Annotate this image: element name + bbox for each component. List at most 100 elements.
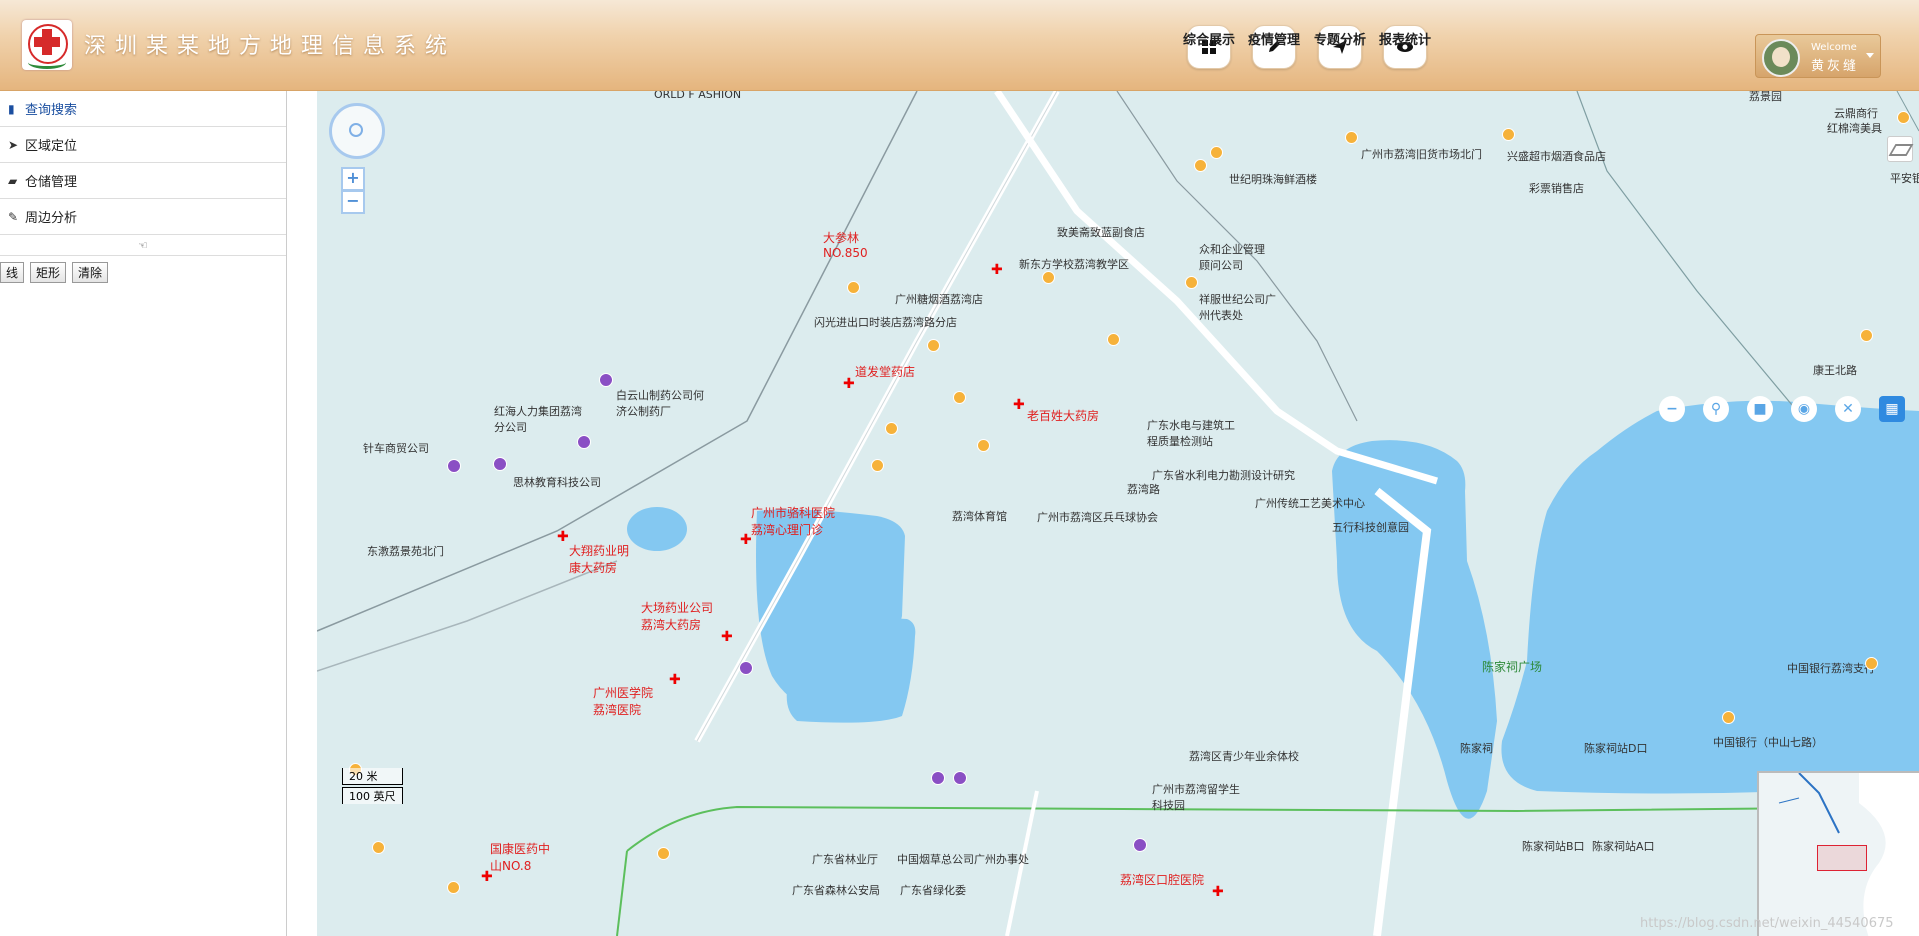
sidebar-item-search[interactable]: ▮ 查询搜索: [0, 91, 286, 127]
pharmacy-pin[interactable]: ✚: [481, 869, 493, 885]
map-label: 针车商贸公司: [363, 442, 429, 455]
panel-splitter[interactable]: ☜: [0, 235, 286, 256]
logo: [22, 20, 72, 70]
marker-icon[interactable]: ⚲: [1703, 396, 1729, 422]
overview-extent[interactable]: [1817, 845, 1867, 871]
nav-overview[interactable]: 综合展示: [1174, 25, 1244, 69]
grid-icon[interactable]: ▦: [1879, 396, 1905, 422]
map-label: 陈家祠广场: [1482, 660, 1543, 674]
sidebar-item-warehouse[interactable]: ▰ 仓储管理: [0, 163, 286, 199]
map-label: 白云山制药公司何济公制药厂: [616, 389, 704, 418]
poi-marker[interactable]: [1722, 711, 1735, 724]
nav-epidemic[interactable]: 疫情管理: [1239, 25, 1309, 69]
map-label: 平安银: [1890, 172, 1919, 185]
square-icon[interactable]: ■: [1747, 396, 1773, 422]
poi-marker[interactable]: [447, 459, 461, 473]
poi-marker[interactable]: [953, 771, 967, 785]
sidebar-item-locate[interactable]: ➤ 区域定位: [0, 127, 286, 163]
sidebar-item-nearby[interactable]: ✎ 周边分析: [0, 199, 286, 235]
layers-icon[interactable]: [1887, 136, 1914, 162]
poi-marker[interactable]: [739, 661, 753, 675]
map-label: 新东方学校荔湾教学区: [1019, 258, 1129, 271]
map-label: 陈家祠站D口: [1584, 742, 1648, 755]
user-menu[interactable]: Welcome 黄灰缝: [1755, 34, 1881, 78]
poi-marker[interactable]: [1210, 146, 1223, 159]
map-label: 广州市荔湾旧货市场北门: [1361, 148, 1482, 161]
map-label: 国康医药中山NO.8: [490, 842, 551, 873]
poi-marker[interactable]: [1133, 838, 1147, 852]
overview-map[interactable]: [1757, 771, 1919, 936]
poi-marker[interactable]: [372, 841, 385, 854]
poi-marker[interactable]: [871, 459, 884, 472]
pharmacy-pin[interactable]: ✚: [740, 532, 752, 548]
clear-button[interactable]: 清除: [72, 262, 109, 283]
pharmacy-pin[interactable]: ✚: [991, 262, 1003, 278]
map-label: 广东省森林公安局: [792, 884, 880, 897]
avatar: [1762, 39, 1800, 77]
map-label: 中国烟草总公司广州办事处: [897, 853, 1029, 866]
map-label: ORLD F ASHION: [654, 91, 742, 101]
scale-bar: 20 米 100 英尺: [342, 768, 403, 804]
poi-marker[interactable]: [577, 435, 591, 449]
poi-marker[interactable]: [1042, 271, 1055, 284]
poi-marker[interactable]: [885, 422, 898, 435]
map-label: 众和企业管理顾问公司: [1199, 243, 1265, 272]
poi-marker[interactable]: [599, 373, 613, 387]
poi-marker[interactable]: [1897, 111, 1910, 124]
pharmacy-pin[interactable]: ✚: [843, 376, 855, 392]
pharmacy-pin[interactable]: ✚: [721, 629, 733, 645]
poi-marker[interactable]: [1194, 159, 1207, 172]
nav-label: 疫情管理: [1247, 33, 1300, 48]
poi-marker[interactable]: [977, 439, 990, 452]
poi-marker[interactable]: [1185, 276, 1198, 289]
close-icon[interactable]: ✕: [1835, 396, 1861, 422]
pharmacy-pin[interactable]: ✚: [669, 672, 681, 688]
zoom-out-button[interactable]: −: [341, 190, 365, 214]
map-label: 广州市骆科医院荔湾心理门诊: [751, 506, 836, 537]
pan-control[interactable]: [329, 103, 385, 159]
poi-marker[interactable]: [953, 391, 966, 404]
map-view[interactable]: + − − ⚲ ■ ◉ ✕ ▦ ORLD F ASHION 大参林NO.850 …: [317, 91, 1919, 936]
watermark: https://blog.csdn.net/weixin_44540675: [1640, 916, 1894, 931]
map-label: 陈家祠站A口: [1592, 840, 1655, 853]
draw-line-button[interactable]: 线: [0, 262, 25, 283]
map-label: 祥服世纪公司广州代表处: [1199, 293, 1276, 322]
nav-reports[interactable]: 报表统计: [1370, 25, 1440, 69]
pharmacy-pin[interactable]: ✚: [1013, 397, 1025, 413]
map-label: 荔景园: [1749, 91, 1782, 103]
nav-thematic[interactable]: 专题分析: [1305, 25, 1375, 69]
sidebar-item-label: 查询搜索: [25, 103, 78, 118]
sidebar-item-label: 周边分析: [25, 211, 78, 226]
poi-marker[interactable]: [1502, 128, 1515, 141]
poi-marker[interactable]: [927, 339, 940, 352]
user-name: 黄灰缝: [1811, 59, 1860, 74]
poi-marker[interactable]: [1860, 329, 1873, 342]
draw-rect-button[interactable]: 矩形: [30, 262, 67, 283]
map-label: 康王北路: [1813, 364, 1857, 377]
sidebar: ▮ 查询搜索 ➤ 区域定位 ▰ 仓储管理 ✎ 周边分析 ☜ 线 矩形 清除: [0, 91, 287, 936]
pencil-icon: ✎: [8, 209, 19, 224]
pharmacy-pin[interactable]: ✚: [1212, 884, 1224, 900]
map-label: 广州市荔湾区兵乓球协会: [1037, 511, 1158, 524]
poi-marker[interactable]: [1107, 333, 1120, 346]
map-label: 荔湾路: [1127, 483, 1160, 496]
map-label: 中国银行荔湾支行: [1787, 662, 1875, 675]
minus-icon[interactable]: −: [1659, 396, 1685, 422]
map-toolbar: − ⚲ ■ ◉ ✕ ▦: [1659, 396, 1905, 422]
poi-marker[interactable]: [931, 771, 945, 785]
welcome-text: Welcome: [1811, 42, 1857, 53]
pharmacy-pin[interactable]: ✚: [557, 529, 569, 545]
target-icon[interactable]: ◉: [1791, 396, 1817, 422]
poi-marker[interactable]: [1865, 657, 1878, 670]
map-label: 闪光进出口时装店荔湾路分店: [814, 316, 957, 329]
map-label: 荔湾体育馆: [952, 510, 1007, 523]
poi-marker[interactable]: [1345, 131, 1358, 144]
poi-marker[interactable]: [493, 457, 507, 471]
bookmark-icon: ▮: [8, 101, 15, 116]
poi-marker[interactable]: [847, 281, 860, 294]
nav-label: 专题分析: [1313, 33, 1366, 48]
poi-marker[interactable]: [657, 847, 670, 860]
map-label: 云鼎商行: [1834, 107, 1878, 120]
poi-marker[interactable]: [447, 881, 460, 894]
zoom-in-button[interactable]: +: [341, 167, 365, 191]
